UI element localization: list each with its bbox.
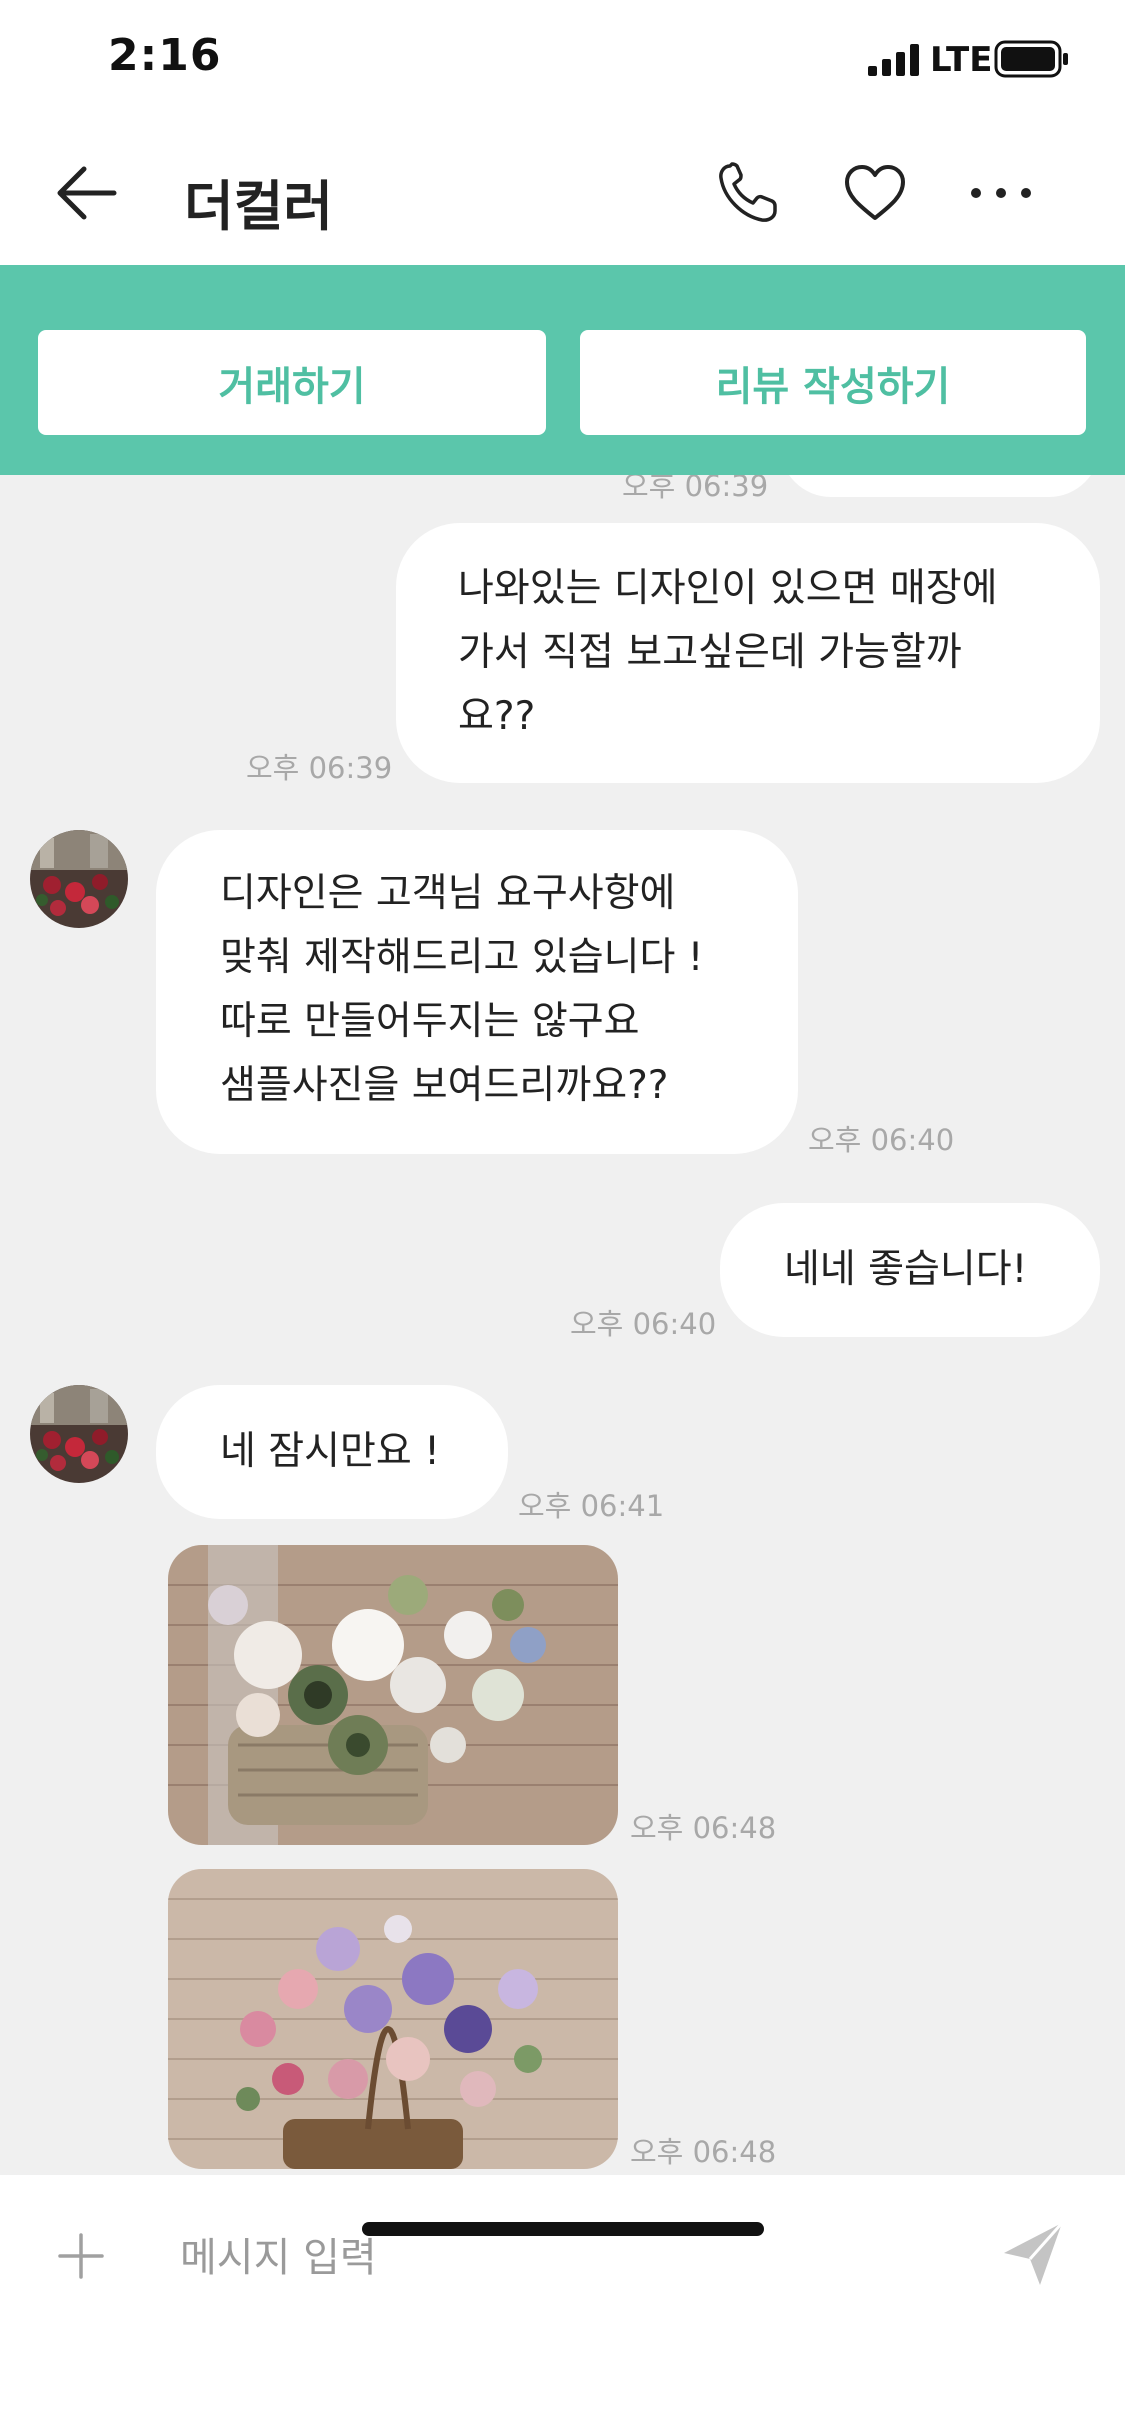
home-indicator[interactable] [362,2222,764,2236]
message-bubble-sent: 나와있는 디자인이 있으면 매장에 가서 직접 보고싶은데 가능할까 요?? [396,523,1100,783]
battery-icon [994,40,1068,78]
flower-basket-photo[interactable] [168,1869,618,2169]
send-icon[interactable] [1000,2219,1066,2289]
message-bubble-received: 디자인은 고객님 요구사항에 맞춰 제작해드리고 있습니다 ! 따로 만들어두지… [156,830,798,1154]
flower-shop-avatar-icon [30,830,128,928]
message-time: 오후 06:48 [630,1811,777,1845]
message-time: 오후 06:39 [622,475,769,503]
back-arrow-icon[interactable] [52,160,122,226]
flower-basket-image-icon [168,1869,618,2169]
chat-title: 더컬러 [184,175,334,238]
network-label: LTE [930,40,993,80]
sender-avatar[interactable] [30,1385,128,1483]
message-time: 오후 06:40 [570,1307,717,1341]
status-time: 2:16 [108,30,222,81]
flower-shop-avatar-icon [30,1385,128,1483]
phone-icon[interactable] [714,160,784,226]
flower-basket-photo[interactable] [168,1545,618,1845]
message-bubble-received: 네 잠시만요 ! [156,1385,508,1519]
trade-button[interactable]: 거래하기 [38,330,546,435]
message-bubble-partial [780,475,1100,497]
message-bubble-sent: 네네 좋습니다! [720,1203,1100,1337]
message-input-bar [0,2175,1125,2436]
message-time: 오후 06:39 [246,751,393,785]
status-bar: 2:16 LTE [0,0,1125,120]
message-time: 오후 06:40 [808,1123,955,1157]
action-bar: 거래하기 리뷰 작성하기 [0,265,1125,475]
signal-icon [868,44,919,76]
chat-header: 더컬러 [0,120,1125,265]
write-review-button[interactable]: 리뷰 작성하기 [580,330,1086,435]
sender-avatar[interactable] [30,830,128,928]
flower-basket-image-icon [168,1545,618,1845]
message-time: 오후 06:48 [630,2135,777,2169]
chat-messages[interactable]: 오후 06:39 나와있는 디자인이 있으면 매장에 가서 직접 보고싶은데 가… [0,475,1125,2175]
heart-icon[interactable] [840,160,910,226]
plus-icon[interactable] [56,2231,106,2281]
message-time: 오후 06:41 [518,1489,665,1523]
more-dots-icon[interactable] [966,160,1036,226]
